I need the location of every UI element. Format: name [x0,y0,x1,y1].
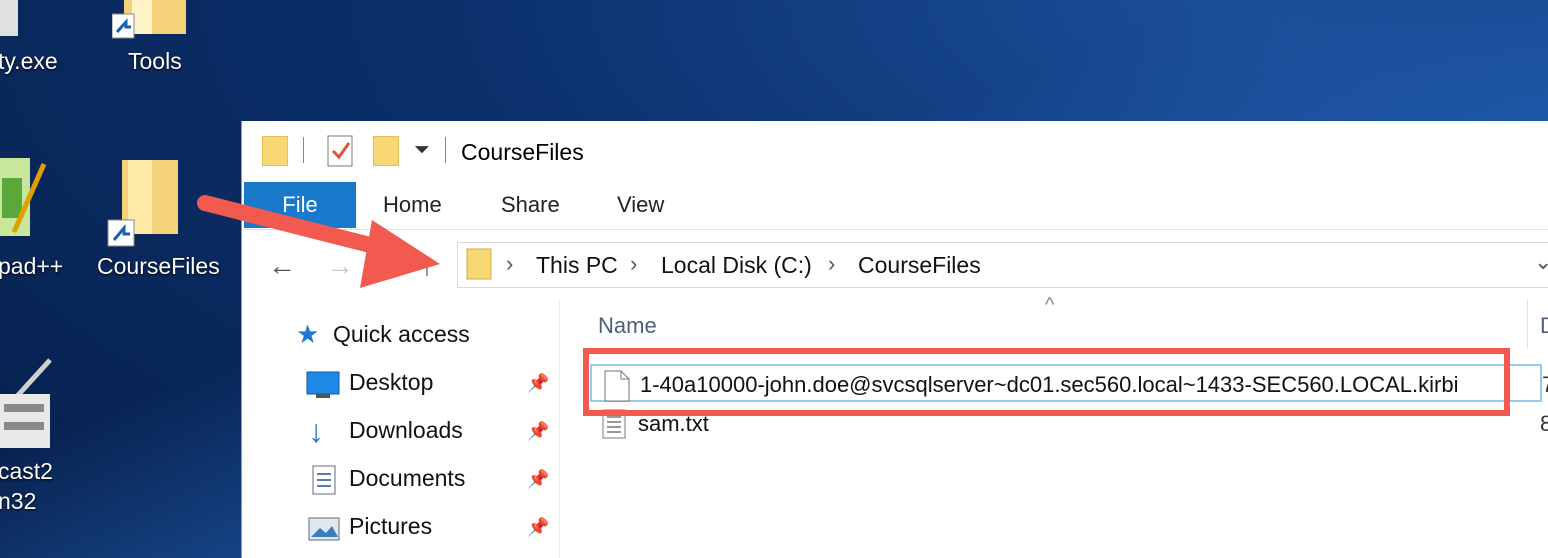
annotation-arrow [197,195,440,288]
